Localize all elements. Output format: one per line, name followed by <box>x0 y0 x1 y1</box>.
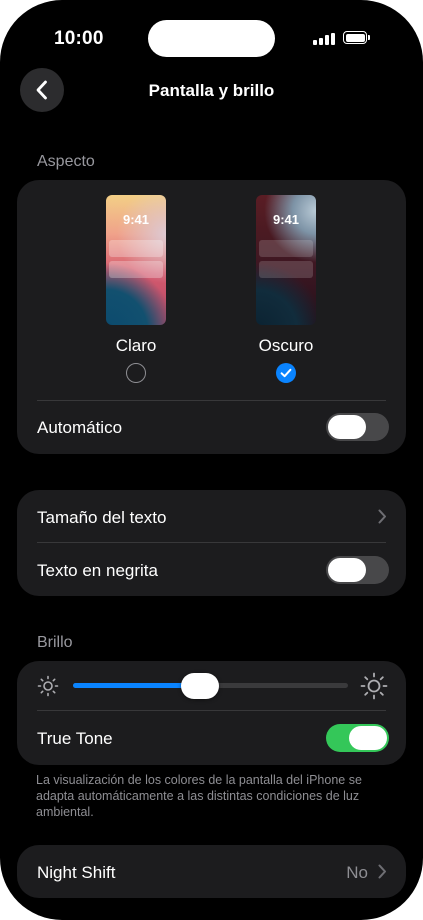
text-size-row[interactable]: Tamaño del texto <box>17 490 406 542</box>
brightness-card: True Tone <box>17 661 406 765</box>
light-mode-radio[interactable] <box>126 363 146 383</box>
brightness-slider[interactable] <box>73 673 348 699</box>
dark-mode-label: Oscuro <box>258 336 314 355</box>
automatic-label: Automático <box>37 418 123 437</box>
dark-preview-widget <box>259 240 313 257</box>
dark-preview-time: 9:41 <box>272 212 300 227</box>
bold-text-label: Texto en negrita <box>37 561 158 580</box>
dark-mode-option[interactable]: 9:41 Oscuro <box>256 195 318 390</box>
divider <box>37 542 386 543</box>
dark-mode-radio[interactable] <box>276 363 296 383</box>
night-shift-value: No <box>346 863 368 882</box>
night-shift-row[interactable]: Night Shift No <box>17 845 406 898</box>
dynamic-island <box>148 20 275 57</box>
sun-large-icon <box>360 672 388 700</box>
divider <box>37 400 386 401</box>
battery-icon <box>343 31 370 45</box>
chevron-right-icon <box>378 864 386 879</box>
automatic-toggle[interactable] <box>326 413 389 441</box>
text-settings-card: Tamaño del texto Texto en negrita <box>17 490 406 596</box>
cellular-signal-icon <box>313 31 337 45</box>
dark-mode-preview: 9:41 <box>256 195 316 325</box>
light-mode-option[interactable]: 9:41 Claro <box>106 195 168 390</box>
bold-text-toggle[interactable] <box>326 556 389 584</box>
slider-thumb[interactable] <box>180 673 219 699</box>
true-tone-footnote: La visualización de los colores de la pa… <box>36 773 362 819</box>
status-bar-time: 10:00 <box>54 28 104 49</box>
true-tone-label: True Tone <box>37 729 113 748</box>
night-shift-label: Night Shift <box>37 863 116 882</box>
page-title: Pantalla y brillo <box>148 81 275 100</box>
light-mode-label: Claro <box>115 336 157 355</box>
light-mode-preview: 9:41 <box>106 195 166 325</box>
section-label-brightness: Brillo <box>37 634 73 651</box>
light-preview-widget <box>109 261 163 278</box>
phone-screen: 10:00 Pantalla y brillo Aspecto 9:41 Cla… <box>0 0 423 920</box>
text-size-label: Tamaño del texto <box>37 508 167 527</box>
light-preview-widget <box>109 240 163 257</box>
checkmark-icon <box>280 368 292 378</box>
chevron-right-icon <box>378 509 386 524</box>
section-label-appearance: Aspecto <box>37 153 95 170</box>
sun-small-icon <box>37 675 59 697</box>
dark-preview-widget <box>259 261 313 278</box>
light-preview-time: 9:41 <box>122 212 150 227</box>
true-tone-toggle[interactable] <box>326 724 389 752</box>
divider <box>37 710 386 711</box>
appearance-card: 9:41 Claro 9:41 Oscuro Automático <box>17 180 406 454</box>
